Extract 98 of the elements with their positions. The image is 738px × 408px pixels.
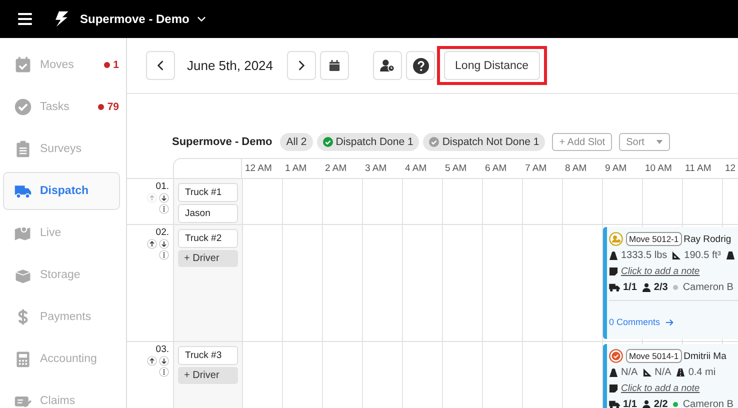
sort-dropdown[interactable]: Sort: [619, 133, 670, 151]
down-arrow-icon[interactable]: [159, 193, 169, 203]
help-icon: [412, 58, 429, 74]
hour-label: 2 AM: [322, 158, 362, 178]
truck-icon: [609, 400, 620, 408]
hour-label: 12 AM: [242, 158, 282, 178]
calendar-icon: [329, 60, 340, 71]
sidebar-item[interactable]: Moves 1: [3, 46, 120, 84]
filter-chip[interactable]: All 2: [280, 133, 313, 151]
hour-label: 11 AM: [682, 158, 722, 178]
crew-lead-name: Cameron B: [682, 398, 734, 408]
organization-label: Supermove - Demo: [172, 136, 272, 148]
move-id-tag[interactable]: Move 5014-1: [626, 349, 682, 363]
chevron-left-icon: [157, 60, 164, 71]
hour-label: 4 AM: [402, 158, 442, 178]
person-icon: [642, 282, 651, 292]
volume-value: N/A: [654, 366, 672, 378]
weight-value: N/A: [621, 366, 638, 378]
slot-number: 02.: [156, 227, 169, 238]
count-badge: 1: [104, 59, 119, 71]
truck-field[interactable]: Truck #1: [178, 183, 238, 202]
hour-label: 7 AM: [522, 158, 562, 178]
driver-field[interactable]: Jason: [178, 204, 238, 223]
add-slot-button[interactable]: + Add Slot: [552, 133, 612, 151]
person-icon: [642, 400, 651, 408]
road-icon: [676, 368, 686, 376]
up-arrow-icon[interactable]: [147, 356, 157, 366]
weight-icon: [609, 250, 618, 260]
truck-field[interactable]: Truck #2: [178, 229, 238, 248]
hour-label: 3 AM: [362, 158, 402, 178]
customer-name: Ray Rodrig: [684, 234, 732, 244]
comments-link[interactable]: 0 Comments: [609, 317, 674, 327]
hour-label: 9 AM: [602, 158, 642, 178]
calendar-button[interactable]: [320, 51, 350, 80]
count-badge: 79: [98, 101, 119, 113]
chevron-right-icon: [298, 60, 306, 71]
long-distance-button[interactable]: Long Distance: [444, 51, 540, 80]
add-note-link[interactable]: Click to add a note: [621, 266, 700, 276]
add-driver-button[interactable]: + Driver: [178, 250, 238, 267]
truck-icon: [609, 282, 620, 292]
up-arrow-icon[interactable]: [147, 239, 157, 249]
customer-name: Dmitrii Ma: [684, 350, 726, 362]
sidebar-item[interactable]: Tasks 79: [3, 88, 120, 126]
crew-count: 2/3: [654, 282, 668, 292]
distance-value: 0.4 mi: [688, 366, 716, 378]
note-icon: [609, 384, 618, 392]
help-button[interactable]: [406, 51, 436, 80]
crew-count: 2/2: [654, 398, 668, 408]
move-id-tag[interactable]: Move 5012-1: [626, 232, 682, 246]
calculator-icon: [14, 350, 32, 368]
down-arrow-icon[interactable]: [159, 239, 169, 249]
crew-lead-name: Cameron B: [682, 282, 734, 292]
truck-count: 1/1: [623, 398, 637, 408]
check-circle-icon: [429, 137, 440, 147]
move-card[interactable]: Move 5014-1 Dmitrii Ma N/A N/A 0.4 mi Click to add a note 1/1 2/2 Cameron B: [603, 344, 738, 408]
clipboard-icon: [14, 140, 32, 158]
ruler-triangle-icon: [672, 250, 682, 260]
down-arrow-icon[interactable]: [159, 356, 169, 366]
previous-day-button[interactable]: [146, 51, 175, 80]
hour-label: 12: [722, 158, 738, 178]
map-icon: [14, 224, 32, 242]
check-circle-icon: [14, 98, 32, 116]
weight-icon: [609, 368, 618, 376]
note-icon: [609, 266, 618, 276]
more-options-icon[interactable]: [159, 250, 169, 260]
check-circle-icon: [322, 137, 333, 147]
hour-label: 10 AM: [642, 158, 682, 178]
truck-field[interactable]: Truck #3: [178, 346, 238, 365]
volume-value: 190.5 ft³: [684, 250, 721, 260]
chevron-down-icon[interactable]: [197, 16, 206, 22]
road-icon: [726, 250, 735, 260]
filter-chip[interactable]: Dispatch Not Done 1: [423, 133, 546, 151]
more-options-icon[interactable]: [159, 204, 169, 214]
filter-chip[interactable]: Dispatch Done 1: [316, 133, 420, 151]
truck-count: 1/1: [623, 282, 637, 292]
hour-label: 5 AM: [442, 158, 482, 178]
slot-number: 03.: [156, 344, 169, 355]
user-clock-button[interactable]: [373, 51, 402, 80]
user-clock-icon: [380, 59, 396, 72]
weight-value: 1333.5 lbs: [621, 250, 668, 260]
hour-label: 1 AM: [282, 158, 322, 178]
organization-name[interactable]: Supermove - Demo: [80, 12, 190, 26]
lightning-logo-icon: [53, 10, 70, 28]
next-day-button[interactable]: [287, 51, 316, 80]
hour-label: 6 AM: [482, 158, 522, 178]
caret-icon: [656, 140, 664, 144]
add-note-link[interactable]: Click to add a note: [621, 382, 700, 394]
menu-icon[interactable]: [18, 13, 32, 25]
slot-number: 01.: [156, 181, 169, 192]
hour-label: 8 AM: [562, 158, 602, 178]
move-card[interactable]: Move 5012-1 Ray Rodrig 1333.5 lbs 190.5 ft³ Click to add a note 1/1 2/3 Cameron B 0 Comments: [603, 227, 738, 339]
current-date: June 5th, 2024: [187, 58, 274, 73]
ruler-triangle-icon: [642, 368, 652, 376]
more-options-icon[interactable]: [159, 367, 169, 377]
add-driver-button[interactable]: + Driver: [178, 367, 238, 384]
sidebar-item[interactable]: Dispatch: [3, 172, 120, 210]
calendar-check-icon: [14, 56, 32, 74]
arrow-right-icon: [665, 318, 674, 326]
